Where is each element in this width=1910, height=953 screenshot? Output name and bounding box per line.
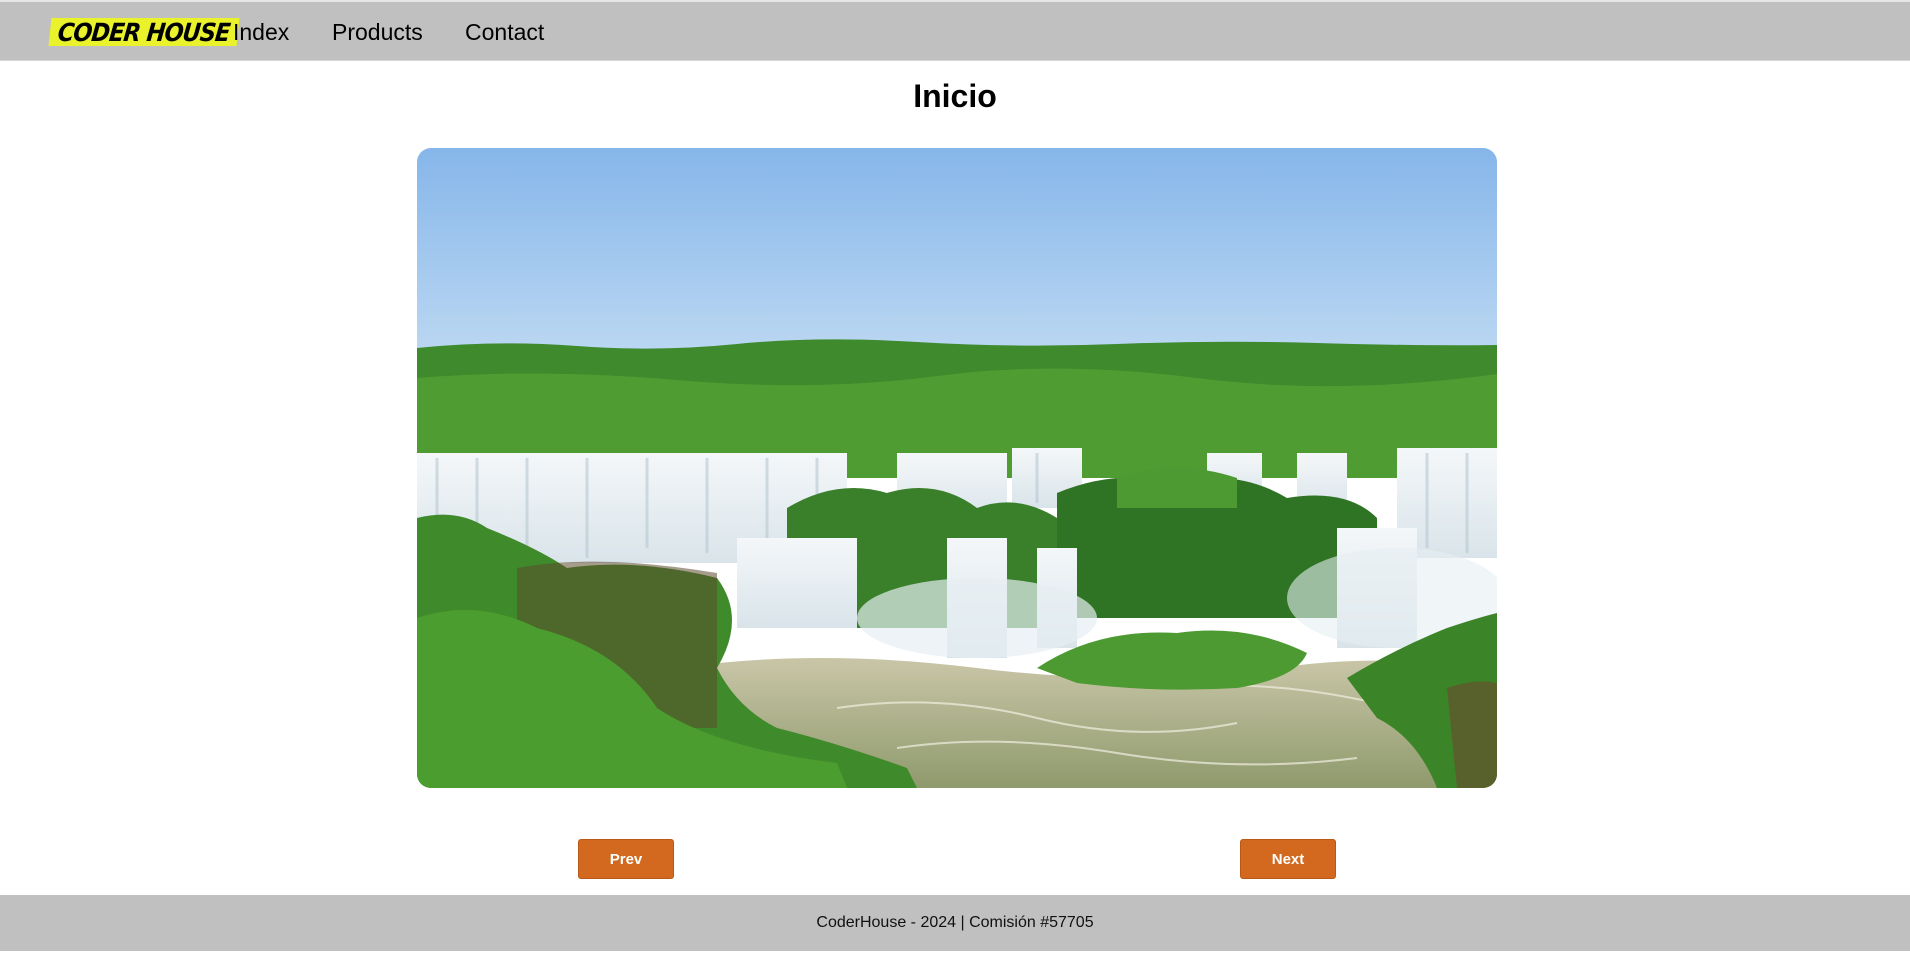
prev-button[interactable]: Prev bbox=[578, 839, 674, 879]
waterfall-landscape-image bbox=[417, 148, 1497, 788]
nav-link-index[interactable]: Index bbox=[233, 19, 289, 46]
hero-image bbox=[417, 148, 1497, 788]
footer: CoderHouse - 2024 | Comisión #57705 bbox=[0, 895, 1910, 951]
footer-text: CoderHouse - 2024 | Comisión #57705 bbox=[816, 914, 1094, 931]
page-title: Inicio bbox=[913, 78, 997, 114]
nav-link-contact[interactable]: Contact bbox=[465, 19, 544, 46]
next-button[interactable]: Next bbox=[1240, 839, 1336, 879]
top-navbar: CODER HOUSE Index Products Contact bbox=[0, 0, 1910, 61]
coder-house-logo[interactable]: CODER HOUSE bbox=[48, 17, 240, 47]
logo-text: CODER HOUSE bbox=[56, 17, 232, 47]
nav-link-products[interactable]: Products bbox=[332, 19, 423, 46]
